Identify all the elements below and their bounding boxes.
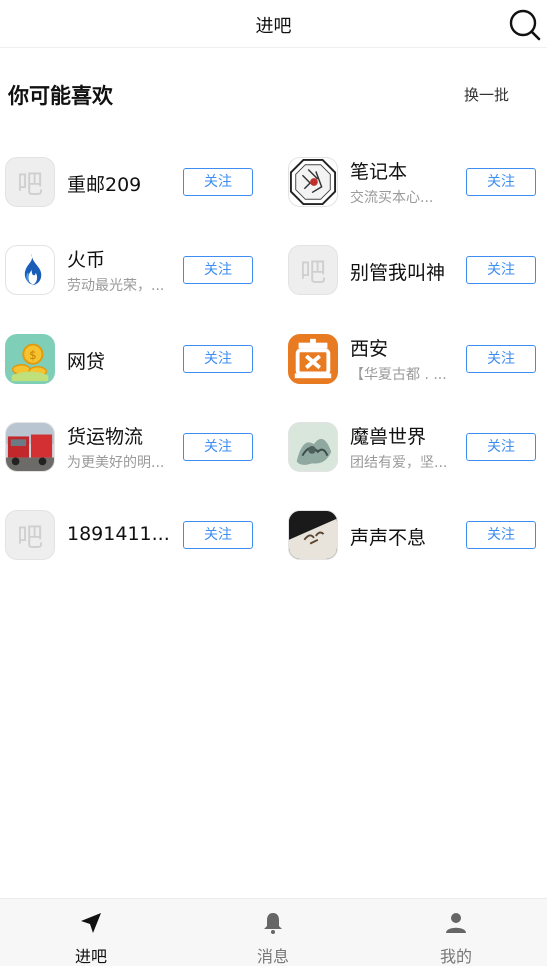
forum-avatar: $: [5, 334, 55, 384]
forum-avatar: 吧: [288, 245, 338, 295]
forum-name: 货运物流: [67, 426, 144, 448]
forum-name: 别管我叫神: [350, 262, 446, 284]
section-header: 你可能喜欢 换一批: [0, 48, 547, 138]
forum-name: 网贷: [67, 351, 106, 373]
follow-button[interactable]: 关注: [466, 345, 536, 373]
forum-name: 重邮209: [67, 174, 142, 196]
tab-home[interactable]: 进吧: [0, 899, 182, 966]
placeholder-glyph: 吧: [299, 257, 326, 288]
placeholder-glyph: 吧: [16, 522, 43, 553]
forum-card[interactable]: 吧 1891411... 关注: [5, 510, 275, 598]
warcraft-art-icon: [289, 423, 337, 471]
truck-icon: [6, 423, 54, 471]
tab-profile[interactable]: 我的: [365, 899, 547, 966]
forum-desc: 交流买本心...: [350, 190, 434, 206]
tab-label: 进吧: [74, 947, 107, 966]
tab-messages[interactable]: 消息: [182, 899, 364, 966]
placeholder-glyph: 吧: [16, 169, 43, 200]
forum-desc: 团结有爱，坚...: [350, 455, 448, 471]
forum-desc: 劳动最光荣，...: [67, 278, 165, 294]
notebook-logo-icon: [289, 158, 337, 206]
section-title: 你可能喜欢: [8, 84, 113, 108]
forum-avatar: [288, 334, 338, 384]
forum-card[interactable]: 声声不息 关注: [288, 510, 547, 598]
forum-name: 1891411...: [67, 523, 170, 545]
forum-card[interactable]: 笔记本 交流买本心... 关注: [288, 157, 547, 245]
follow-button[interactable]: 关注: [183, 521, 253, 549]
forum-avatar: 吧: [5, 510, 55, 560]
forum-card[interactable]: 吧 重邮209 关注: [5, 157, 275, 245]
forum-card[interactable]: 吧 别管我叫神 关注: [288, 245, 547, 333]
forum-desc: 为更美好的明...: [67, 455, 165, 471]
huobi-flame-icon: [24, 253, 42, 286]
coins-icon: $: [11, 343, 49, 382]
forum-avatar: 吧: [5, 157, 55, 207]
follow-button[interactable]: 关注: [183, 433, 253, 461]
forum-avatar: [288, 422, 338, 472]
search-icon[interactable]: [507, 7, 541, 41]
bottom-tab-bar: 进吧 消息 我的: [0, 898, 547, 966]
tab-label: 消息: [256, 947, 289, 966]
forum-card[interactable]: 魔兽世界 团结有爱，坚... 关注: [288, 422, 547, 510]
tab-label: 我的: [439, 947, 472, 966]
forum-card[interactable]: $ 网贷 关注: [5, 334, 275, 422]
calligraphy-photo-icon: [289, 511, 337, 559]
follow-button[interactable]: 关注: [466, 521, 536, 549]
svg-text:$: $: [29, 348, 36, 362]
forum-desc: 【华夏古都 . ...: [350, 367, 447, 383]
forum-name: 声声不息: [350, 527, 427, 549]
forum-card[interactable]: 西安 【华夏古都 . ... 关注: [288, 334, 547, 422]
navigation-arrow-icon: [81, 913, 101, 933]
person-icon: [446, 913, 466, 933]
forum-name: 笔记本: [350, 161, 408, 183]
page-title: 进吧: [255, 16, 292, 37]
forum-card[interactable]: 货运物流 为更美好的明... 关注: [5, 422, 275, 510]
bell-icon: [264, 913, 282, 934]
follow-button[interactable]: 关注: [466, 168, 536, 196]
forum-avatar: [5, 422, 55, 472]
forum-avatar: [288, 157, 338, 207]
follow-button[interactable]: 关注: [183, 168, 253, 196]
follow-button[interactable]: 关注: [183, 256, 253, 284]
follow-button[interactable]: 关注: [466, 256, 536, 284]
forum-card[interactable]: 火币 劳动最光荣，... 关注: [5, 245, 275, 333]
forum-name: 西安: [350, 338, 389, 360]
refresh-button[interactable]: 换一批: [464, 84, 509, 105]
forum-name: 魔兽世界: [350, 426, 427, 448]
follow-button[interactable]: 关注: [183, 345, 253, 373]
forum-avatar: [5, 245, 55, 295]
xian-logo-icon: [294, 338, 332, 379]
follow-button[interactable]: 关注: [466, 433, 536, 461]
forum-name: 火币: [67, 249, 106, 271]
top-bar: 进吧: [0, 0, 547, 48]
forum-avatar: [288, 510, 338, 560]
